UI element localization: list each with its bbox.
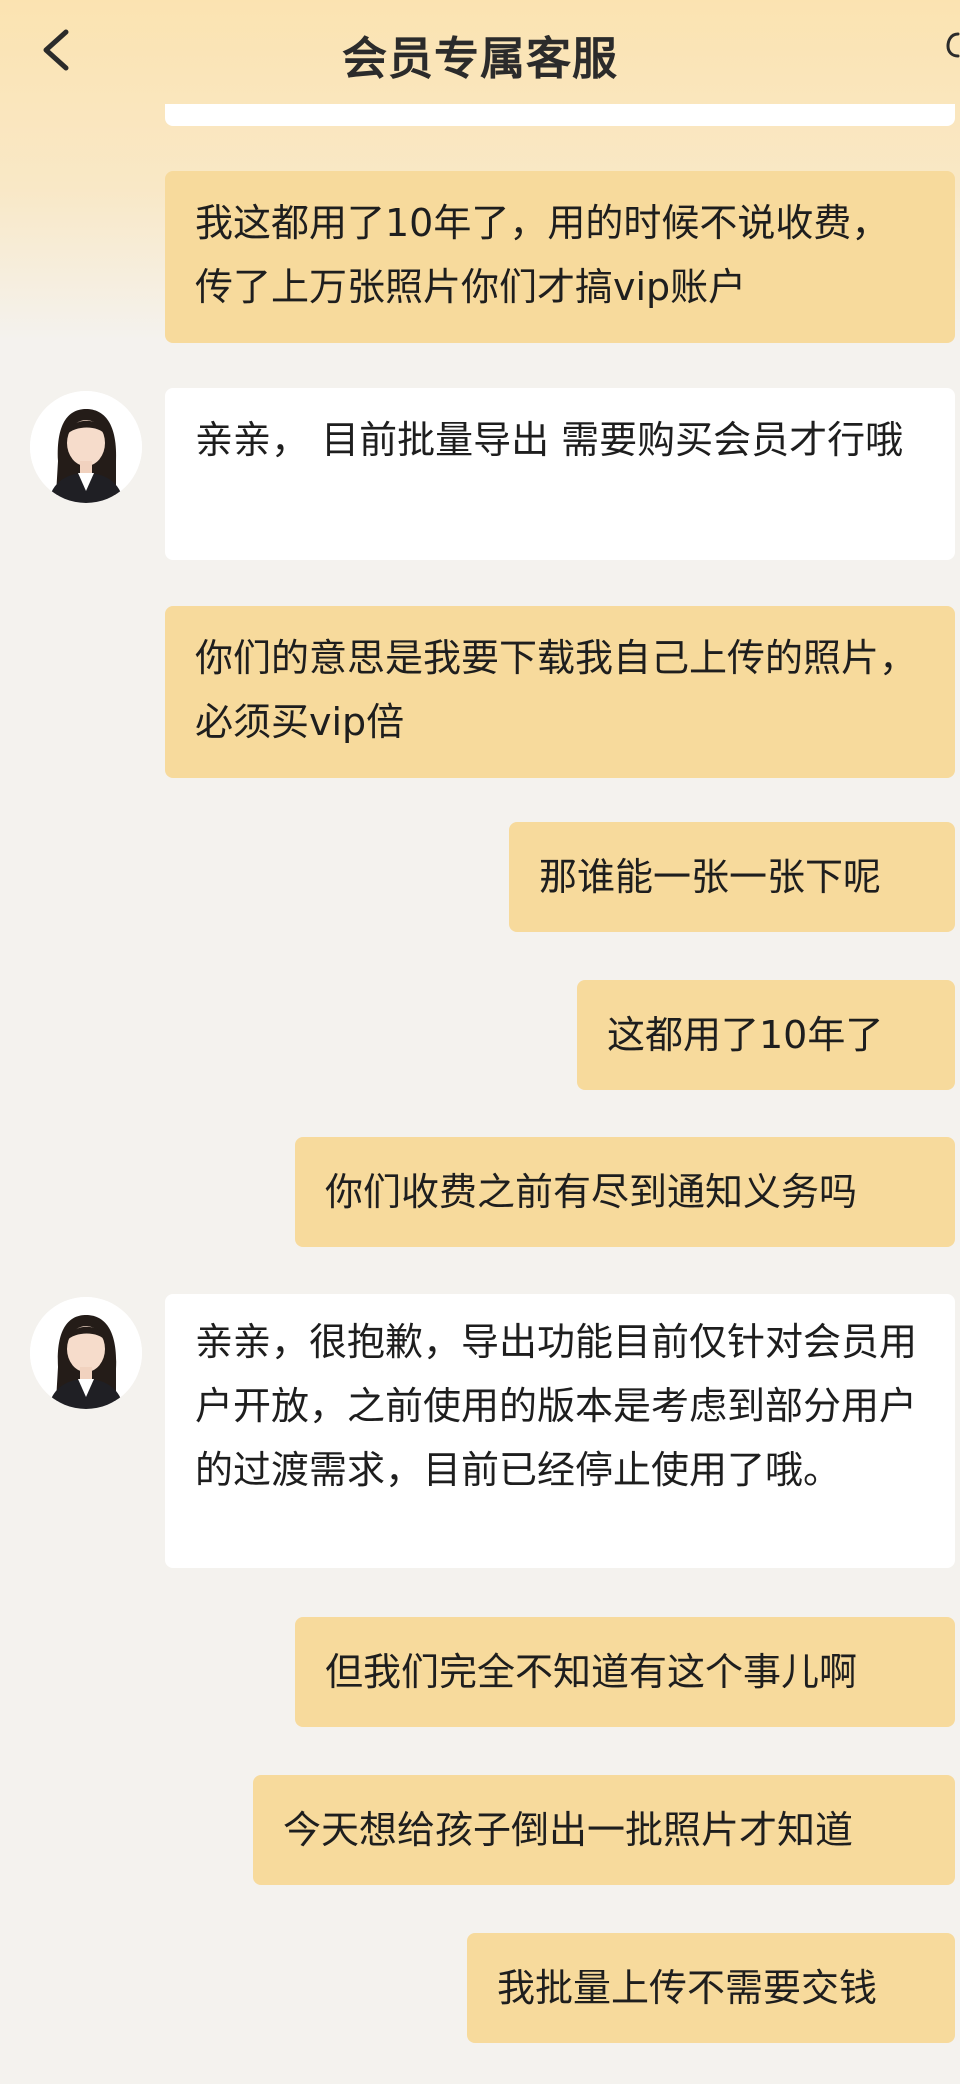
message-bubble-user[interactable]: 你们的意思是我要下载我自己上传的照片，必须买vip倍 <box>165 606 955 778</box>
message-bubble-user[interactable]: 我这都用了10年了，用的时候不说收费，传了上万张照片你们才搞vip账户 <box>165 171 955 343</box>
message-bubble-user[interactable]: 你们收费之前有尽到通知义务吗 <box>295 1137 955 1247</box>
page-title: 会员专属客服 <box>341 32 618 85</box>
message-bubble-user[interactable]: 但我们完全不知道有这个事儿啊 <box>295 1617 955 1727</box>
message-bubble-agent[interactable]: 亲亲，很抱歉，导出功能目前仅针对会员用户开放，之前使用的版本是考虑到部分用户的过… <box>165 1294 955 1568</box>
message-bubble-user[interactable]: 我批量上传不需要交钱 <box>467 1933 955 2043</box>
message-bubble-agent[interactable]: 亲亲， 目前批量导出 需要购买会员才行哦 <box>165 388 955 560</box>
previous-message-edge <box>165 104 955 126</box>
message-bubble-user[interactable]: 这都用了10年了 <box>577 980 955 1090</box>
message-bubble-user[interactable]: 那谁能一张一张下呢 <box>509 822 955 932</box>
message-bubble-user[interactable]: 今天想给孩子倒出一批照片才知道 <box>253 1775 955 1885</box>
more-icon[interactable] <box>942 30 960 60</box>
header-bar: 会员专属客服 <box>0 0 960 100</box>
agent-avatar[interactable] <box>30 391 142 503</box>
agent-avatar[interactable] <box>30 1297 142 1409</box>
